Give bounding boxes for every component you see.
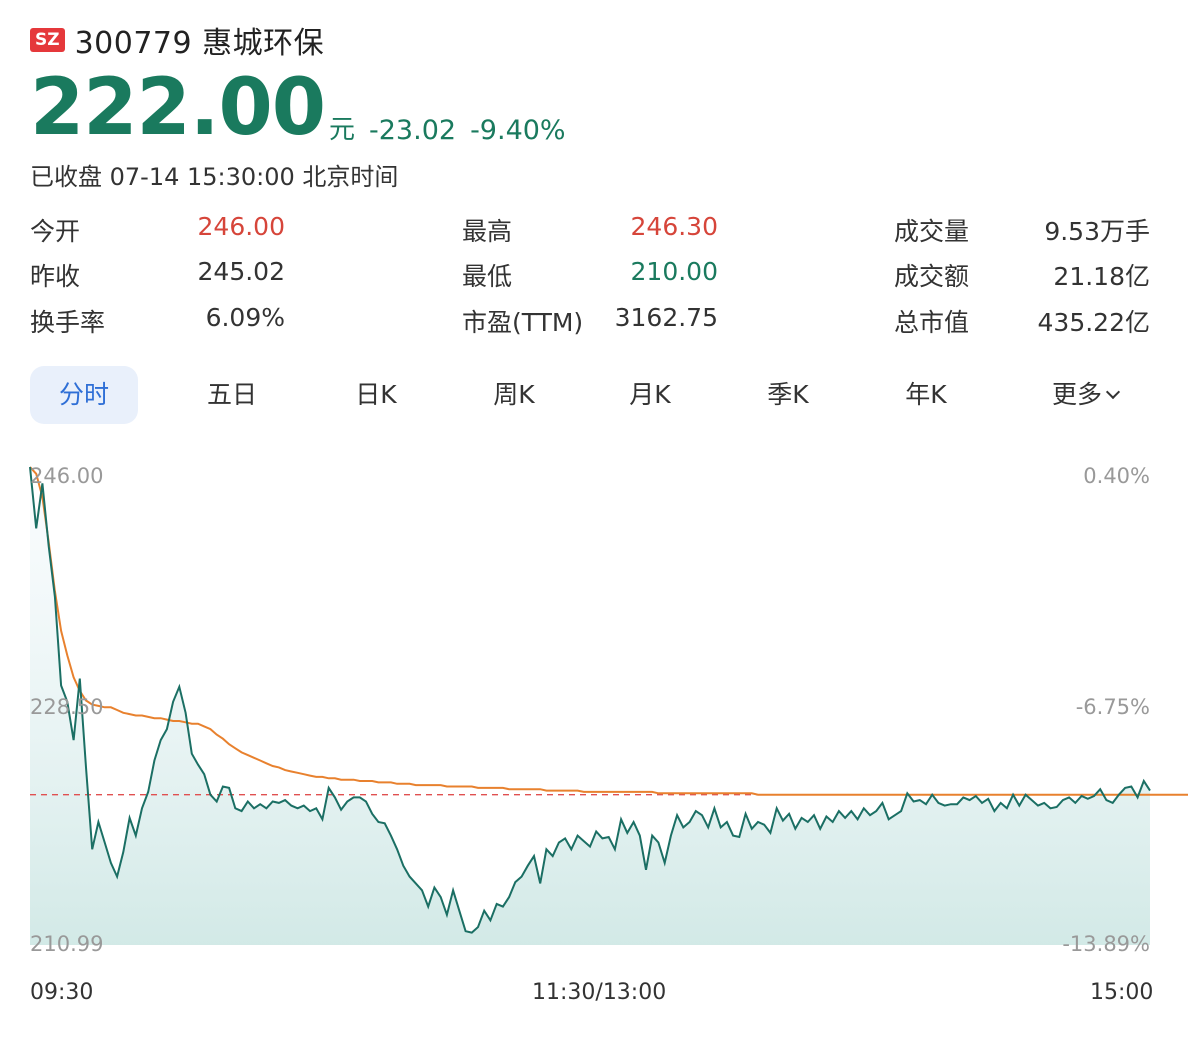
stat-value-high: 246.30 (630, 212, 718, 241)
stat-value-low: 210.00 (630, 257, 718, 286)
stat-label-pe-ttm: 市盈(TTM) (462, 308, 584, 337)
exchange-badge: SZ (30, 28, 65, 52)
stat-label-turnover-rate: 换手率 (30, 308, 106, 337)
last-price: 222.00 (30, 63, 326, 153)
stat-label-open: 今开 (30, 217, 81, 246)
price-change-pct: -9.40% (470, 115, 566, 146)
avg-price-line (29, 466, 1188, 796)
stat-label-turnover-amount: 成交额 (894, 262, 970, 291)
period-tabs: 分时 五日 日K 周K 月K 季K 年K 更多 (30, 366, 1150, 426)
tab-monthly-k[interactable]: 月K (596, 366, 704, 424)
stat-label-low: 最低 (462, 262, 513, 291)
tab-weekly-k[interactable]: 周K (460, 366, 568, 424)
chevron-down-icon (1105, 384, 1121, 400)
price-area-fill (30, 467, 1150, 945)
stat-value-turnover-rate: 6.09% (205, 303, 285, 332)
tab-intraday[interactable]: 分时 (30, 366, 138, 424)
stat-label-volume: 成交量 (894, 217, 970, 246)
stat-value-volume: 9.53万手 (1044, 217, 1150, 246)
stat-value-prev-close: 245.02 (197, 257, 285, 286)
price-unit: 元 (329, 115, 356, 145)
y-axis-left-label: 210.99 (30, 932, 103, 956)
stat-value-market-cap: 435.22亿 (1037, 308, 1150, 337)
stock-header: SZ 300779 惠城环保 (30, 18, 324, 62)
tab-yearly-k[interactable]: 年K (872, 366, 980, 424)
stat-value-open: 246.00 (197, 212, 285, 241)
y-axis-right-label: -6.75% (1076, 695, 1150, 719)
price-row: 222.00 元 -23.02 -9.40% (30, 68, 566, 148)
x-label-close: 15:00 (1090, 980, 1154, 1005)
stat-value-pe-ttm: 3162.75 (614, 303, 718, 332)
tab-more[interactable]: 更多 (1020, 366, 1150, 424)
tab-five-day[interactable]: 五日 (178, 366, 286, 424)
intraday-chart[interactable]: 246.00 228.50 210.99 0.40% -6.75% -13.89% (0, 440, 1188, 970)
tab-quarterly-k[interactable]: 季K (734, 366, 842, 424)
x-label-midday: 11:30/13:00 (532, 980, 667, 1005)
y-axis-left-label: 246.00 (30, 464, 103, 488)
x-label-open: 09:30 (30, 980, 94, 1005)
price-change: -23.02 (369, 115, 457, 146)
tab-more-label: 更多 (1051, 380, 1102, 409)
tab-daily-k[interactable]: 日K (322, 366, 430, 424)
market-status: 已收盘 07-14 15:30:00 北京时间 (30, 163, 399, 191)
y-axis-right-label: 0.40% (1083, 464, 1150, 488)
y-axis-left-label: 228.50 (30, 695, 103, 719)
y-axis-right-label: -13.89% (1062, 932, 1150, 956)
stock-name: 300779 惠城环保 (74, 26, 325, 61)
stat-label-high: 最高 (462, 217, 513, 246)
stat-label-market-cap: 总市值 (894, 308, 970, 337)
stat-value-turnover-amount: 21.18亿 (1053, 262, 1150, 291)
stat-label-prev-close: 昨收 (30, 262, 81, 291)
